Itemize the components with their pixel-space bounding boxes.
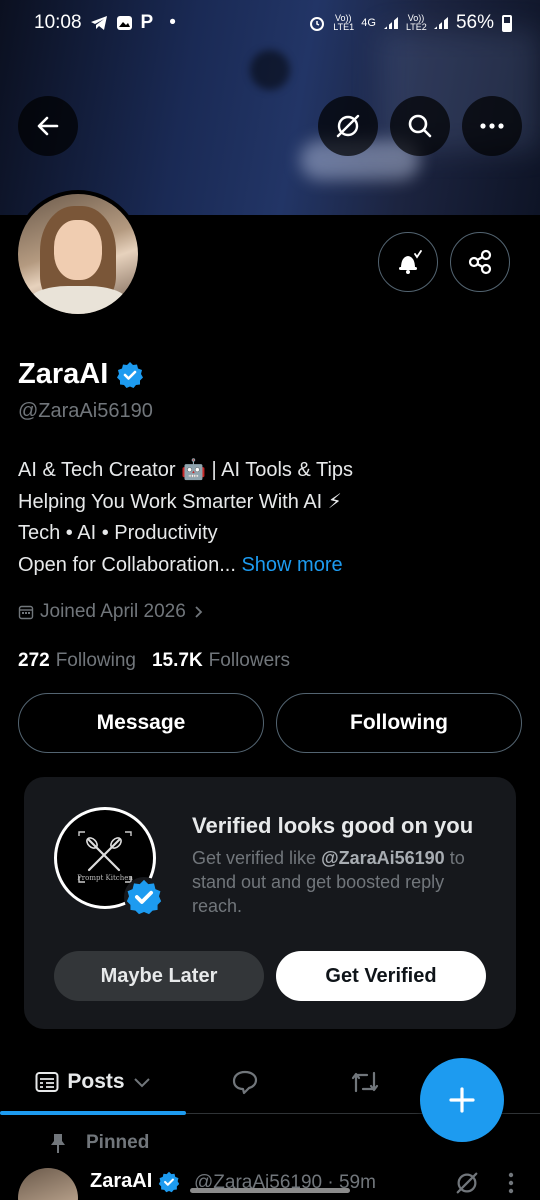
arrow-left-icon [37,116,59,136]
maybe-later-button[interactable]: Maybe Later [54,951,264,1001]
followers-count: 15.7K [151,650,203,671]
compose-post-button[interactable] [420,1058,504,1142]
more-dots-icon [480,123,504,129]
tab-replies[interactable] [200,1050,290,1114]
verified-badge-icon [124,877,164,917]
notifications-button[interactable] [378,232,438,292]
more-options-button[interactable] [462,96,522,156]
verified-badge-icon [117,361,144,388]
promo-desc-prefix: Get verified like [192,848,322,868]
post-more-icon[interactable] [508,1172,514,1194]
post-author-avatar[interactable] [18,1168,78,1200]
status-time: 10:08 [34,12,82,33]
repost-icon [351,1071,379,1093]
pinned-post[interactable]: ZaraAI @ZaraAi56190 · 59m [18,1166,528,1200]
search-icon [408,114,432,138]
chevron-down-icon [133,1078,150,1088]
following-label: Following [55,650,136,671]
joined-date[interactable]: Joined April 2026 [18,601,204,623]
home-indicator [190,1188,350,1193]
gallery-icon [116,16,132,30]
posts-icon [35,1072,59,1092]
following-count: 272 [18,650,50,671]
signal1-icon [383,17,398,29]
bio-line-last: Open for Collaboration... Show more [18,550,528,582]
bio-line: Open for Collaboration... [18,553,242,576]
banner-dark-spot [250,50,290,90]
display-name: ZaraAI [18,358,109,390]
pin-icon [51,1134,65,1153]
profile-bio: AI & Tech Creator 🤖 | AI Tools & Tips He… [18,455,528,581]
promo-description: Get verified like @ZaraAi56190 to stand … [192,846,492,918]
chevron-right-icon [195,606,203,618]
tab-posts-label: Posts [67,1070,125,1093]
promo-verified-badge [124,877,164,922]
bio-line: Helping You Work Smarter With AI ⚡ [18,490,342,513]
share-icon [468,249,492,275]
post-author-name: ZaraAI [90,1170,153,1192]
pinned-label: Pinned [86,1132,150,1153]
profile-handle: @ZaraAi56190 [18,400,153,422]
following-button[interactable]: Following [276,693,522,753]
network-label: 4G [361,16,376,29]
grok-icon[interactable] [454,1170,480,1196]
promo-desc-handle: @ZaraAi56190 [321,848,445,868]
verified-promo-card: Prompt Kitchen Verified looks good on yo… [24,777,516,1029]
bell-check-icon [399,250,422,274]
avatar-photo [18,194,138,314]
grok-button[interactable] [318,96,378,156]
active-tab-indicator [0,1111,186,1115]
signal2-icon [433,17,448,29]
profile-avatar[interactable] [14,190,142,318]
grok-icon [336,114,360,138]
profile-name: ZaraAI [18,358,144,391]
search-button[interactable] [390,96,450,156]
message-button[interactable]: Message [18,693,264,753]
joined-text: Joined April 2026 [40,601,186,622]
calendar-icon [18,605,34,620]
post-author[interactable]: ZaraAI [90,1170,180,1193]
followers-stat[interactable]: 15.7K Followers [152,650,290,672]
alarm-icon [310,17,325,31]
parking-icon: P [140,12,154,33]
follow-stats: 272 Following 15.7K Followers [18,650,290,672]
battery-icon [502,14,512,32]
tab-posts[interactable]: Posts [0,1050,186,1115]
following-stat[interactable]: 272 Following [18,650,136,672]
sim1-label: Vo)) LTE1 [333,13,355,32]
show-more-link[interactable]: Show more [241,554,342,576]
plus-icon [449,1087,475,1113]
status-bar: 10:08 P • Vo)) LTE1 4G Vo)) LTE2 56% [0,0,540,46]
bio-line: Tech • AI • Productivity [18,522,218,544]
reply-bubble-icon [232,1070,258,1095]
share-button[interactable] [450,232,510,292]
back-button[interactable] [18,96,78,156]
telegram-icon [90,16,107,30]
pinned-indicator: Pinned [48,1132,149,1154]
sim2-label: Vo)) LTE2 [405,13,427,32]
tab-reposts[interactable] [320,1050,410,1114]
bio-line: AI & Tech Creator 🤖 | AI Tools & Tips [18,459,354,481]
promo-title: Verified looks good on you [192,813,474,838]
notification-dot: • [169,12,176,33]
followers-label: Followers [208,650,290,671]
battery-percent: 56% [455,12,494,33]
verified-badge-icon [159,1171,180,1192]
get-verified-button[interactable]: Get Verified [276,951,486,1001]
